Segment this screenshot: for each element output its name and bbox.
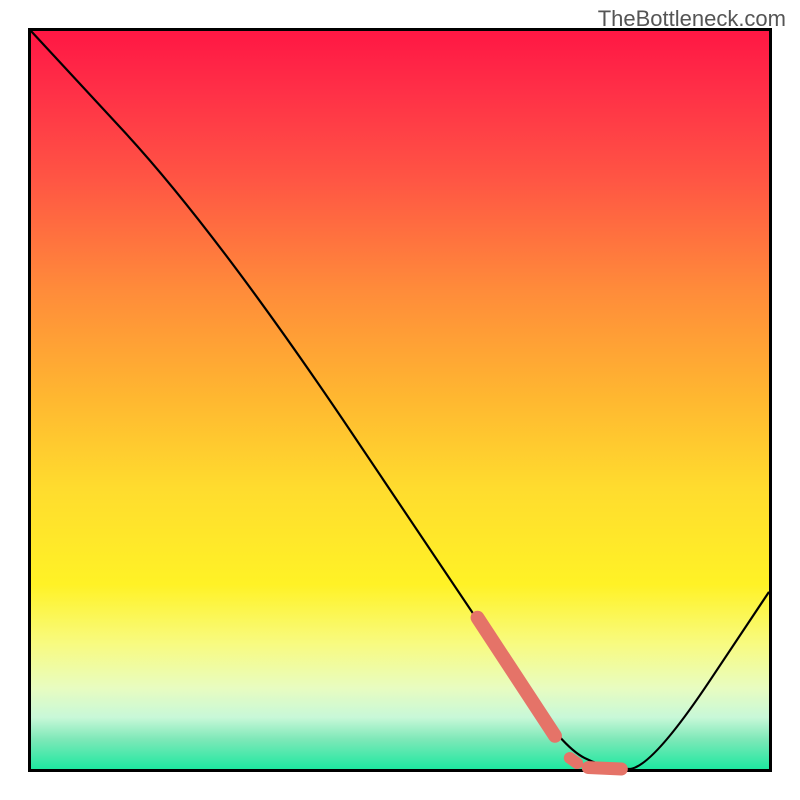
highlight-segment xyxy=(570,758,577,763)
bottleneck-curve-line xyxy=(31,31,769,769)
highlight-segment xyxy=(588,768,621,769)
watermark-text: TheBottleneck.com xyxy=(598,6,786,32)
chart-svg xyxy=(31,31,769,769)
highlight-group xyxy=(477,618,621,769)
chart-plot-area xyxy=(28,28,772,772)
chart-container: TheBottleneck.com xyxy=(0,0,800,800)
highlight-segment xyxy=(477,618,554,736)
